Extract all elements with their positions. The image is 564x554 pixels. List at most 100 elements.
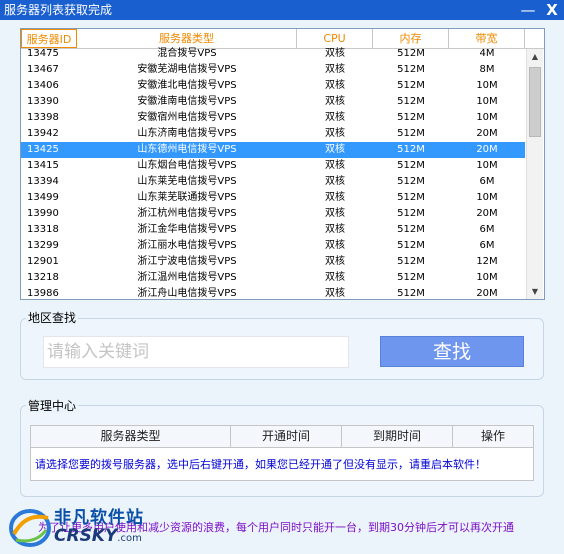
cell-bandwidth: 20M — [476, 144, 498, 155]
server-row[interactable]: 13942 山东济南电信拨号VPS 双核 512M 20M — [21, 126, 525, 142]
server-row[interactable]: 13398 安徽宿州电信拨号VPS 双核 512M 10M — [21, 110, 525, 126]
cell-server-type: 安徽淮北电信拨号VPS — [137, 80, 237, 91]
cell-server-id: 13299 — [27, 240, 59, 251]
cell-memory: 512M — [397, 208, 425, 219]
cell-server-id: 13390 — [27, 96, 59, 107]
cell-memory: 512M — [397, 80, 425, 91]
server-row[interactable]: 13499 山东莱芜联通拨号VPS 双核 512M 10M — [21, 190, 525, 206]
cell-memory: 512M — [397, 48, 425, 59]
cell-server-type: 浙江丽水电信拨号VPS — [137, 240, 237, 251]
cell-memory: 512M — [397, 256, 425, 267]
server-row[interactable]: 13990 浙江杭州电信拨号VPS 双核 512M 20M — [21, 206, 525, 222]
server-row[interactable]: 13415 山东烟台电信拨号VPS 双核 512M 10M — [21, 158, 525, 174]
close-button[interactable]: X — [541, 0, 563, 20]
cell-bandwidth: 20M — [476, 128, 498, 139]
cell-cpu: 双核 — [325, 224, 345, 235]
cell-cpu: 双核 — [325, 64, 345, 75]
cell-bandwidth: 20M — [476, 208, 498, 219]
cell-memory: 512M — [397, 240, 425, 251]
server-row[interactable]: 13299 浙江丽水电信拨号VPS 双核 512M 6M — [21, 238, 525, 254]
server-row[interactable]: 13218 浙江温州电信拨号VPS 双核 512M 10M — [21, 270, 525, 286]
cell-server-id: 12901 — [27, 256, 59, 267]
cell-bandwidth: 6M — [479, 224, 495, 235]
cell-memory: 512M — [397, 144, 425, 155]
cell-server-id: 13415 — [27, 160, 59, 171]
cell-memory: 512M — [397, 272, 425, 283]
cell-bandwidth: 20M — [476, 288, 498, 299]
cell-memory: 512M — [397, 160, 425, 171]
watermark-domain-suffix: .com — [117, 533, 142, 544]
cell-bandwidth: 10M — [476, 160, 498, 171]
cell-memory: 512M — [397, 96, 425, 107]
window-title: 服务器列表获取完成 — [4, 3, 113, 17]
cell-cpu: 双核 — [325, 128, 345, 139]
server-row[interactable]: 13425 山东德州电信拨号VPS 双核 512M 20M — [21, 142, 525, 158]
cell-cpu: 双核 — [325, 192, 345, 203]
cell-memory: 512M — [397, 112, 425, 123]
cell-bandwidth: 8M — [479, 64, 495, 75]
cell-memory: 512M — [397, 192, 425, 203]
cell-server-type: 山东烟台电信拨号VPS — [137, 160, 237, 171]
cell-server-id: 13398 — [27, 112, 59, 123]
cell-server-type: 安徽淮南电信拨号VPS — [137, 96, 237, 107]
server-row[interactable]: 13394 山东莱芜电信拨号VPS 双核 512M 6M — [21, 174, 525, 190]
cell-server-type: 浙江金华电信拨号VPS — [137, 224, 237, 235]
cell-server-id: 13942 — [27, 128, 59, 139]
management-table-header: 服务器类型 开通时间 到期时间 操作 — [31, 426, 533, 448]
server-row[interactable]: 13475 混合拨号VPS 双核 512M 4M — [21, 46, 525, 62]
cell-bandwidth: 6M — [479, 176, 495, 187]
column-header-expire-time[interactable]: 到期时间 — [342, 426, 453, 447]
search-button[interactable]: 查找 — [380, 336, 524, 367]
scroll-up-icon[interactable]: ▲ — [527, 49, 543, 65]
watermark-logo: 非凡软件站 CRSKY.com — [6, 502, 181, 552]
cell-server-type: 安徽宿州电信拨号VPS — [137, 112, 237, 123]
cell-cpu: 双核 — [325, 208, 345, 219]
minimize-button[interactable]: — — [517, 0, 539, 20]
cell-cpu: 双核 — [325, 112, 345, 123]
cell-server-type: 山东德州电信拨号VPS — [137, 144, 237, 155]
server-row[interactable]: 13318 浙江金华电信拨号VPS 双核 512M 6M — [21, 222, 525, 238]
keyword-search-input[interactable] — [43, 336, 349, 368]
cell-server-id: 13318 — [27, 224, 59, 235]
server-list[interactable]: 服务器ID 服务器类型 CPU 内存 带宽 13475 混合拨号VPS 双核 512M… — [20, 28, 545, 300]
cell-server-type: 浙江温州电信拨号VPS — [137, 272, 237, 283]
server-row[interactable]: 13467 安徽芜湖电信拨号VPS 双核 512M 8M — [21, 62, 525, 78]
cell-server-id: 13218 — [27, 272, 59, 283]
server-row[interactable]: 13406 安徽淮北电信拨号VPS 双核 512M 10M — [21, 78, 525, 94]
cell-bandwidth: 10M — [476, 96, 498, 107]
cell-server-type: 山东莱芜联通拨号VPS — [137, 192, 237, 203]
cell-cpu: 双核 — [325, 96, 345, 107]
management-table: 服务器类型 开通时间 到期时间 操作 请选择您要的拨号服务器，选中后右键开通，如… — [30, 425, 534, 481]
cell-server-type: 浙江杭州电信拨号VPS — [137, 208, 237, 219]
cell-server-type: 浙江宁波电信拨号VPS — [137, 256, 237, 267]
cell-server-id: 13990 — [27, 208, 59, 219]
cell-cpu: 双核 — [325, 272, 345, 283]
server-row[interactable]: 13986 浙江舟山电信拨号VPS 双核 512M 20M — [21, 286, 525, 299]
server-list-rows: 13475 混合拨号VPS 双核 512M 4M 13467 安徽芜湖电信拨号VPS 双核 51… — [21, 46, 525, 299]
scrollbar-thumb[interactable] — [529, 67, 541, 137]
column-header-operation[interactable]: 操作 — [453, 426, 533, 447]
column-header-mgmt-server-type[interactable]: 服务器类型 — [31, 426, 231, 447]
cell-bandwidth: 10M — [476, 192, 498, 203]
vertical-scrollbar[interactable]: ▲ ▼ — [526, 49, 543, 299]
server-row[interactable]: 13390 安徽淮南电信拨号VPS 双核 512M 10M — [21, 94, 525, 110]
cell-bandwidth: 10M — [476, 112, 498, 123]
scroll-down-icon[interactable]: ▼ — [527, 284, 543, 299]
cell-cpu: 双核 — [325, 256, 345, 267]
column-header-open-time[interactable]: 开通时间 — [231, 426, 342, 447]
cell-cpu: 双核 — [325, 288, 345, 299]
cell-cpu: 双核 — [325, 48, 345, 59]
cell-cpu: 双核 — [325, 144, 345, 155]
cell-server-type: 山东莱芜电信拨号VPS — [137, 176, 237, 187]
cell-memory: 512M — [397, 176, 425, 187]
cell-server-id: 13499 — [27, 192, 59, 203]
server-row[interactable]: 12901 浙江宁波电信拨号VPS 双核 512M 12M — [21, 254, 525, 270]
cell-server-type: 混合拨号VPS — [157, 48, 217, 59]
cell-bandwidth: 10M — [476, 272, 498, 283]
cell-server-type: 山东济南电信拨号VPS — [137, 128, 237, 139]
cell-memory: 512M — [397, 288, 425, 299]
cell-server-id: 13475 — [27, 48, 59, 59]
cell-server-id: 13425 — [27, 144, 59, 155]
cell-cpu: 双核 — [325, 80, 345, 91]
management-center-group-label: 管理中心 — [26, 399, 79, 413]
